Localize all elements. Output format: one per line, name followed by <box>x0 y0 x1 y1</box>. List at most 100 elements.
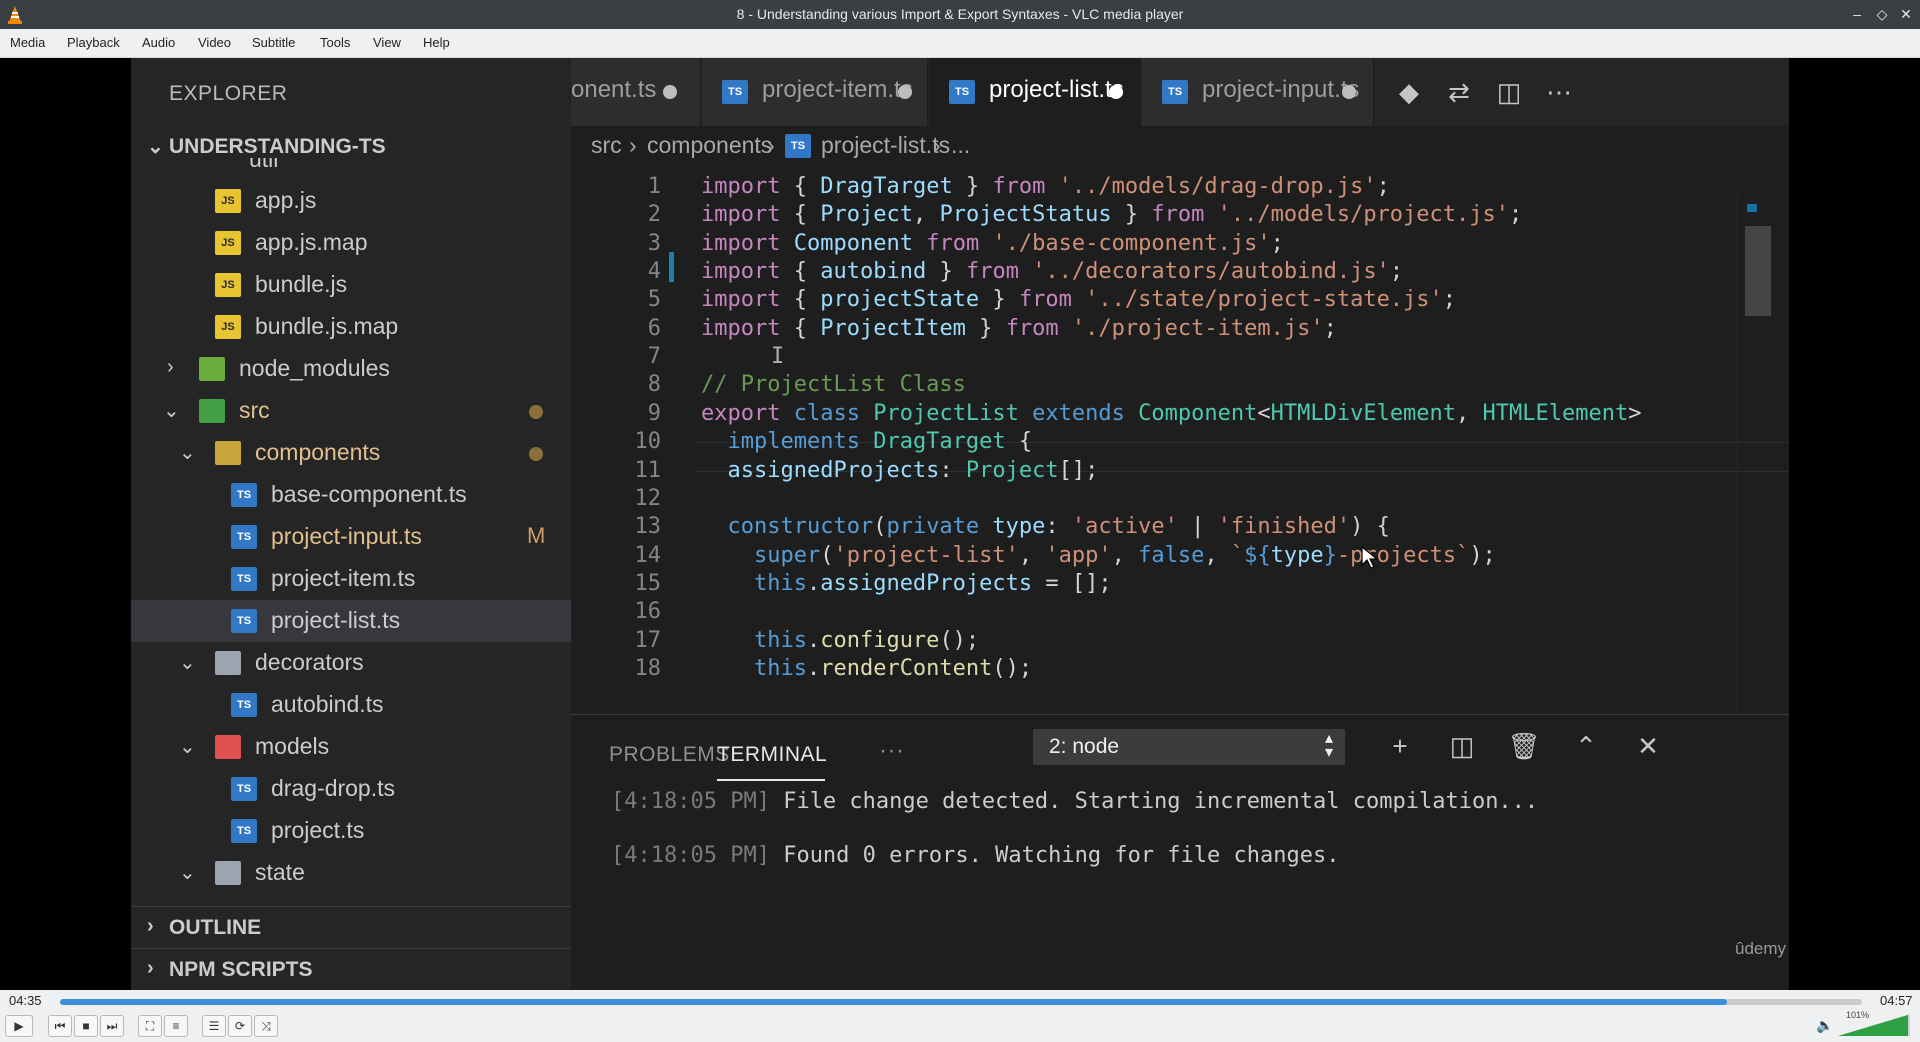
explorer-title: EXPLORER <box>169 82 288 105</box>
seek-bar[interactable] <box>60 999 1862 1005</box>
menu-audio[interactable]: Audio <box>142 35 175 50</box>
more-tabs-icon[interactable]: ··· <box>879 737 904 765</box>
playlist-icon[interactable]: ☰ <box>202 1015 226 1037</box>
line-number: 12 <box>634 486 662 511</box>
line-number: 3 <box>647 231 661 256</box>
tree-row-bundle-js[interactable]: JS bundle.js <box>131 264 571 306</box>
close-panel-icon[interactable]: ✕ <box>1631 729 1665 763</box>
code-line: import { autobind } from '../decorators/… <box>701 259 1404 284</box>
breadcrumb-components[interactable]: components <box>647 132 772 159</box>
chevron-down-icon: ⌄ <box>179 652 196 674</box>
ts-file-icon: TS <box>231 567 257 591</box>
modified-dot <box>529 447 543 461</box>
loop-icon[interactable]: ⟳ <box>228 1015 252 1037</box>
npm-scripts-section-header[interactable]: › NPM SCRIPTS <box>131 948 571 990</box>
tree-label: project.ts <box>271 817 365 843</box>
breadcrumb-more[interactable]: ... <box>951 132 970 159</box>
tree-row-util[interactable]: util <box>131 158 571 180</box>
tree-row-project-item[interactable]: TS project-item.ts <box>131 558 571 600</box>
tree-row-base-component[interactable]: TS base-component.ts <box>131 474 571 516</box>
tree-label: models <box>255 733 330 759</box>
seek-progress <box>60 999 1727 1005</box>
code-line: this.renderContent(); <box>753 656 1033 681</box>
tab-base-component[interactable]: onent.ts <box>571 58 701 126</box>
line-number: 18 <box>634 656 662 681</box>
outline-section-header[interactable]: › OUTLINE <box>131 906 571 948</box>
tree-row-drag-drop[interactable]: TS drag-drop.ts <box>131 768 571 810</box>
fullscreen-icon[interactable]: ⛶ <box>138 1015 162 1037</box>
code-line: import Component from './base-component.… <box>701 231 1284 256</box>
tree-row-components[interactable]: ⌄ components <box>131 432 571 474</box>
code-line: import { Project, ProjectStatus } from '… <box>701 202 1523 227</box>
tab-terminal[interactable]: TERMINAL <box>717 743 827 767</box>
code-line: import { DragTarget } from '../models/dr… <box>701 174 1390 199</box>
menu-help[interactable]: Help <box>423 35 450 50</box>
terminal-text: File change detected. Starting increment… <box>769 789 1539 814</box>
new-terminal-icon[interactable]: + <box>1383 729 1417 763</box>
tree-label: project-item.ts <box>271 565 416 591</box>
tree-row-app-js[interactable]: JS app.js <box>131 180 571 222</box>
split-terminal-icon[interactable]: ◫ <box>1445 729 1479 763</box>
tree-label: bundle.js.map <box>255 313 399 339</box>
elapsed-time: 04:35 <box>9 993 42 1008</box>
tree-label: bundle.js <box>255 271 348 297</box>
code-line: // ProjectList Class <box>701 372 966 397</box>
breadcrumb-src[interactable]: src <box>591 132 622 159</box>
tab-project-item[interactable]: TS project-item.ts <box>702 58 928 126</box>
tree-row-state[interactable]: ⌄ state <box>131 852 571 894</box>
tab-project-list[interactable]: TS project-list.ts <box>929 58 1141 126</box>
terminal-timestamp: [4:18:05 PM] <box>611 789 770 814</box>
stop-icon[interactable]: ■ <box>74 1015 98 1037</box>
trash-icon[interactable]: 🗑 <box>1507 729 1541 763</box>
code-editor[interactable]: 1 2 3 4 5 6 7 8 9 10 11 12 13 14 15 16 1… <box>571 166 1789 714</box>
open-changes-icon[interactable]: ⇄ <box>1443 76 1475 108</box>
video-area[interactable]: EXPLORER ⌄ UNDERSTANDING-TS util JS app.… <box>0 58 1920 990</box>
tab-project-input[interactable]: TS project-input.ts <box>1142 58 1374 126</box>
breadcrumb-file[interactable]: project-list.ts <box>821 132 950 159</box>
extended-settings-icon[interactable]: ≡ <box>164 1015 188 1037</box>
tree-row-decorators[interactable]: ⌄ decorators <box>131 642 571 684</box>
menu-bar: Media Playback Audio Video Subtitle Tool… <box>0 29 1920 58</box>
menu-tools[interactable]: Tools <box>320 35 350 50</box>
tree-row-models[interactable]: ⌄ models <box>131 726 571 768</box>
play-icon[interactable]: ▶ <box>5 1015 33 1037</box>
npm-scripts-label: NPM SCRIPTS <box>169 958 313 981</box>
js-file-icon: JS <box>215 231 241 255</box>
split-editor-icon[interactable]: ◫ <box>1493 76 1525 108</box>
tree-row-project-input[interactable]: TS project-input.ts M <box>131 516 571 558</box>
menu-playback[interactable]: Playback <box>67 35 120 50</box>
ts-file-icon: TS <box>231 777 257 801</box>
close-icon[interactable]: ✕ <box>1896 4 1916 24</box>
tab-problems[interactable]: PROBLEMS <box>609 743 730 767</box>
shuffle-icon[interactable]: ⤨ <box>254 1015 278 1037</box>
menu-media[interactable]: Media <box>10 35 45 50</box>
tree-row-node-modules[interactable]: › node_modules <box>131 348 571 390</box>
editor-scrollbar[interactable] <box>1745 226 1771 316</box>
tree-row-src[interactable]: ⌄ src <box>131 390 571 432</box>
git-icon[interactable]: ◆ <box>1393 76 1425 108</box>
chevron-up-icon[interactable]: ⌃ <box>1569 729 1603 763</box>
next-icon[interactable]: ⏭ <box>100 1015 124 1037</box>
previous-icon[interactable]: ⏮ <box>48 1015 72 1037</box>
tree-row-app-js-map[interactable]: JS app.js.map <box>131 222 571 264</box>
speaker-icon[interactable]: 🔈 <box>1816 1017 1833 1034</box>
vscode-window: EXPLORER ⌄ UNDERSTANDING-TS util JS app.… <box>131 58 1789 990</box>
maximize-icon[interactable]: ◇ <box>1872 4 1892 24</box>
tree-row-autobind[interactable]: TS autobind.ts <box>131 684 571 726</box>
tree-row-project-list[interactable]: TS project-list.ts <box>131 600 571 642</box>
ts-file-icon: TS <box>231 609 257 633</box>
tree-row-project[interactable]: TS project.ts <box>131 810 571 852</box>
tab-label: onent.ts <box>571 76 657 103</box>
menu-subtitle[interactable]: Subtitle <box>252 35 295 50</box>
folder-icon <box>215 735 241 759</box>
more-actions-icon[interactable]: ⋯ <box>1543 76 1575 108</box>
folder-icon <box>215 651 241 675</box>
menu-video[interactable]: Video <box>198 35 231 50</box>
minimize-icon[interactable]: – <box>1847 4 1867 24</box>
ts-file-icon: TS <box>949 80 975 104</box>
tree-row-bundle-js-map[interactable]: JS bundle.js.map <box>131 306 571 348</box>
terminal-select[interactable]: 2: node ▴ ▾ <box>1033 729 1345 765</box>
menu-view[interactable]: View <box>373 35 401 50</box>
unsaved-dot <box>1342 85 1356 99</box>
line-number: 7 <box>647 344 661 369</box>
